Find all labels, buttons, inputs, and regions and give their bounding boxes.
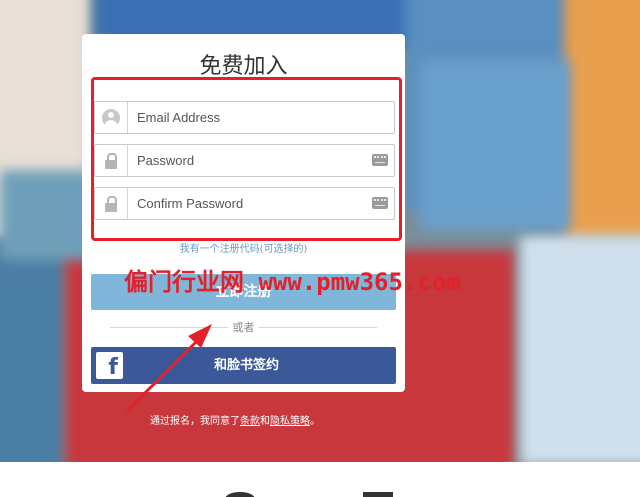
- watermark-text: 偏门行业网 www.pmw365.com: [124, 268, 461, 296]
- facebook-signup-button[interactable]: f 和脸书签约: [91, 347, 396, 384]
- invite-code-link[interactable]: 我有一个注册代码(可选择的): [82, 240, 405, 255]
- or-divider: 或者: [82, 318, 405, 336]
- or-label: 或者: [232, 321, 255, 334]
- terms-notice: 通过报名，我同意了条款和隐私策略。: [150, 416, 320, 427]
- highlight-box: [91, 77, 402, 241]
- terms-link[interactable]: 条款: [240, 416, 260, 427]
- facebook-icon: f: [96, 352, 123, 379]
- facebook-signup-label: 和脸书签约: [213, 358, 279, 373]
- privacy-policy-link[interactable]: 隐私策略: [270, 416, 310, 427]
- signup-title: 免费加入: [199, 54, 288, 79]
